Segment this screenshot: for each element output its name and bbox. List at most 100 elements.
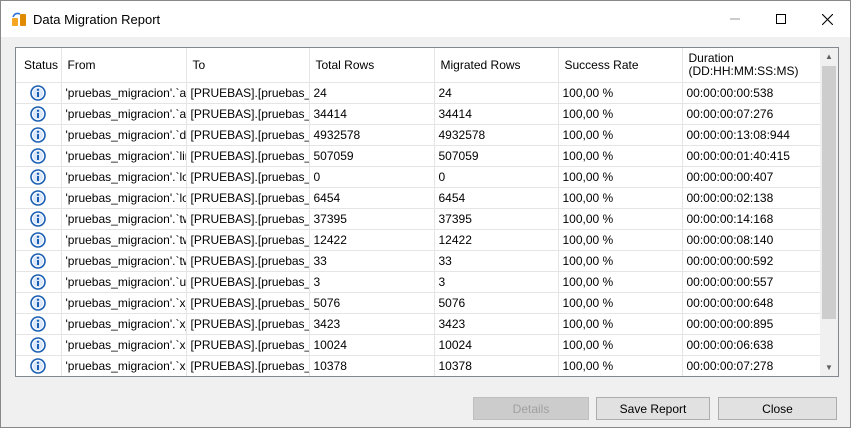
- duration-cell: 00:00:00:00:538: [682, 82, 821, 104]
- to-cell: [PRUEBAS].[pruebas_mig: [186, 292, 310, 314]
- info-icon: [30, 211, 47, 227]
- success-rate-cell: 100,00 %: [558, 82, 683, 104]
- total-rows-cell: 34414: [309, 103, 435, 125]
- window-title: Data Migration Report: [33, 12, 161, 27]
- report-window: Data Migration Report Status From To Tot…: [0, 0, 851, 428]
- from-cell: 'pruebas_migracion'.`tw_u: [61, 250, 187, 272]
- table-row[interactable]: 'pruebas_migracion'.`dev_[PRUEBAS].[prue…: [16, 124, 821, 146]
- column-header-status[interactable]: Status: [16, 48, 62, 83]
- info-icon: [30, 127, 47, 143]
- to-cell: [PRUEBAS].[pruebas_mig: [186, 187, 310, 209]
- table-row[interactable]: 'pruebas_migracion'.`tw_u[PRUEBAS].[prue…: [16, 229, 821, 251]
- header-row: Status From To Total Rows Migrated Rows …: [16, 48, 821, 83]
- success-rate-cell: 100,00 %: [558, 166, 683, 188]
- table-row[interactable]: 'pruebas_migracion'.`linux[PRUEBAS].[pru…: [16, 145, 821, 167]
- status-cell: [16, 82, 62, 104]
- status-cell: [16, 292, 62, 314]
- migrated-rows-cell: 10024: [434, 334, 559, 356]
- column-header-total-rows[interactable]: Total Rows: [309, 48, 435, 83]
- to-cell: [PRUEBAS].[pruebas_mig: [186, 355, 310, 376]
- info-icon: [30, 106, 47, 122]
- minimize-button[interactable]: [712, 1, 758, 37]
- client-area: Status From To Total Rows Migrated Rows …: [1, 37, 850, 427]
- duration-cell: 00:00:00:13:08:944: [682, 124, 821, 146]
- total-rows-cell: 24: [309, 82, 435, 104]
- table-row[interactable]: 'pruebas_migracion'.`user[PRUEBAS].[prue…: [16, 271, 821, 293]
- from-cell: 'pruebas_migracion'.`logs: [61, 187, 187, 209]
- total-rows-cell: 3: [309, 271, 435, 293]
- close-window-button[interactable]: [804, 1, 850, 37]
- maximize-button[interactable]: [758, 1, 804, 37]
- scroll-up-arrow-icon[interactable]: ▲: [820, 48, 838, 65]
- column-header-migrated-rows[interactable]: Migrated Rows: [434, 48, 559, 83]
- title-bar[interactable]: Data Migration Report: [1, 1, 850, 37]
- success-rate-cell: 100,00 %: [558, 313, 683, 335]
- info-icon: [30, 316, 47, 332]
- database-migration-icon: [12, 12, 26, 26]
- success-rate-cell: 100,00 %: [558, 124, 683, 146]
- status-cell: [16, 208, 62, 230]
- to-cell: [PRUEBAS].[pruebas_mig: [186, 271, 310, 293]
- migrated-rows-cell: 37395: [434, 208, 559, 230]
- column-header-success-rate[interactable]: Success Rate: [558, 48, 683, 83]
- status-cell: [16, 271, 62, 293]
- table-row[interactable]: 'pruebas_migracion'.`tw_f[PRUEBAS].[prue…: [16, 208, 821, 230]
- migrated-rows-cell: 33: [434, 250, 559, 272]
- table-row[interactable]: 'pruebas_migracion'.`x_tm[PRUEBAS].[prue…: [16, 292, 821, 314]
- scroll-down-arrow-icon[interactable]: ▼: [820, 359, 838, 376]
- close-button[interactable]: Close: [718, 397, 837, 420]
- duration-cell: 00:00:00:00:895: [682, 313, 821, 335]
- scrollbar-thumb[interactable]: [822, 66, 836, 319]
- info-icon: [30, 337, 47, 353]
- total-rows-cell: 12422: [309, 229, 435, 251]
- total-rows-cell: 37395: [309, 208, 435, 230]
- details-button[interactable]: Details: [473, 397, 589, 420]
- success-rate-cell: 100,00 %: [558, 145, 683, 167]
- save-report-button[interactable]: Save Report: [596, 397, 710, 420]
- from-cell: 'pruebas_migracion'.`dev_: [61, 124, 187, 146]
- from-cell: 'pruebas_migracion'.`logs: [61, 166, 187, 188]
- duration-cell: 00:00:00:00:592: [682, 250, 821, 272]
- duration-cell: 00:00:00:02:138: [682, 187, 821, 209]
- column-header-from[interactable]: From: [61, 48, 187, 83]
- table-row[interactable]: 'pruebas_migracion'.`logs[PRUEBAS].[prue…: [16, 187, 821, 209]
- migrated-rows-cell: 5076: [434, 292, 559, 314]
- success-rate-cell: 100,00 %: [558, 103, 683, 125]
- table-row[interactable]: 'pruebas_migracion'.`tw_u[PRUEBAS].[prue…: [16, 250, 821, 272]
- duration-cell: 00:00:00:01:40:415: [682, 145, 821, 167]
- duration-cell: 00:00:00:07:276: [682, 103, 821, 125]
- migrated-rows-cell: 507059: [434, 145, 559, 167]
- table-row[interactable]: 'pruebas_migracion'.`xold[PRUEBAS].[prue…: [16, 334, 821, 356]
- migrated-rows-cell: 24: [434, 82, 559, 104]
- to-cell: [PRUEBAS].[pruebas_mig: [186, 250, 310, 272]
- column-header-to[interactable]: To: [186, 48, 310, 83]
- minimize-icon: [730, 18, 740, 20]
- table-row[interactable]: 'pruebas_migracion'.`acco[PRUEBAS].[prue…: [16, 82, 821, 104]
- to-cell: [PRUEBAS].[pruebas_mig: [186, 229, 310, 251]
- to-cell: [PRUEBAS].[pruebas_mig: [186, 208, 310, 230]
- report-table: Status From To Total Rows Migrated Rows …: [16, 48, 821, 376]
- table-row[interactable]: 'pruebas_migracion'.`logs[PRUEBAS].[prue…: [16, 166, 821, 188]
- migrated-rows-cell: 10378: [434, 355, 559, 376]
- table-row[interactable]: 'pruebas_migracion'.`acco[PRUEBAS].[prue…: [16, 103, 821, 125]
- migration-report-grid[interactable]: Status From To Total Rows Migrated Rows …: [15, 47, 839, 377]
- migrated-rows-cell: 3: [434, 271, 559, 293]
- table-row[interactable]: 'pruebas_migracion'.`xold[PRUEBAS].[prue…: [16, 355, 821, 376]
- column-header-duration[interactable]: Duration (DD:HH:MM:SS:MS): [682, 48, 821, 83]
- total-rows-cell: 10378: [309, 355, 435, 376]
- status-cell: [16, 124, 62, 146]
- total-rows-cell: 33: [309, 250, 435, 272]
- total-rows-cell: 5076: [309, 292, 435, 314]
- info-icon: [30, 85, 47, 101]
- vertical-scrollbar[interactable]: ▲ ▼: [820, 48, 838, 376]
- info-icon: [30, 169, 47, 185]
- duration-cell: 00:00:00:06:638: [682, 334, 821, 356]
- from-cell: 'pruebas_migracion'.`acco: [61, 103, 187, 125]
- success-rate-cell: 100,00 %: [558, 250, 683, 272]
- info-icon: [30, 232, 47, 248]
- migrated-rows-cell: 3423: [434, 313, 559, 335]
- info-icon: [30, 253, 47, 269]
- migrated-rows-cell: 34414: [434, 103, 559, 125]
- table-row[interactable]: 'pruebas_migracion'.`x_tm[PRUEBAS].[prue…: [16, 313, 821, 335]
- from-cell: 'pruebas_migracion'.`tw_u: [61, 229, 187, 251]
